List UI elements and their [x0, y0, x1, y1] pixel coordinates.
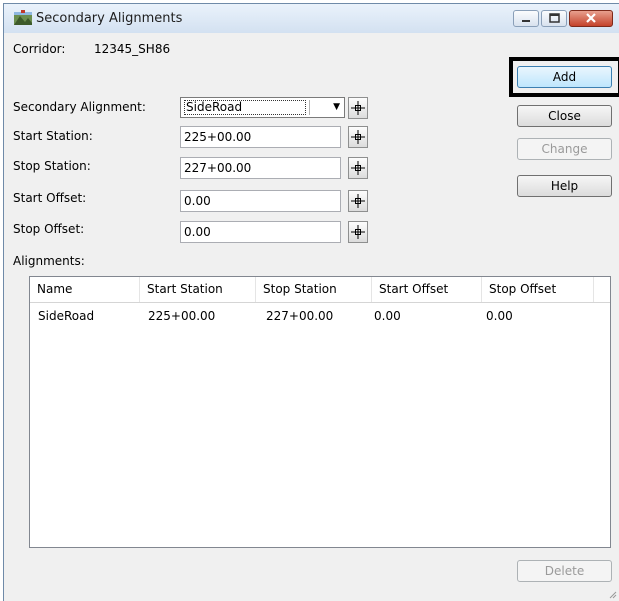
stop-offset-field[interactable]: 0.00: [180, 221, 341, 243]
secondary-alignment-label: Secondary Alignment:: [13, 100, 146, 114]
stop-station-locate-button[interactable]: [348, 157, 368, 179]
app-icon: [14, 10, 32, 25]
dropdown-arrow-icon: ▼: [333, 102, 340, 112]
corridor-value: 12345_SH86: [94, 42, 171, 56]
locate-icon: [351, 194, 365, 208]
alignments-list[interactable]: Name Start Station Stop Station Start Of…: [29, 276, 611, 548]
start-station-locate-button[interactable]: [348, 126, 368, 148]
start-station-field[interactable]: 225+00.00: [180, 126, 341, 148]
window-title: Secondary Alignments: [36, 11, 183, 26]
start-station-label: Start Station:: [13, 129, 93, 143]
stop-offset-locate-button[interactable]: [348, 221, 368, 243]
cell-name: SideRoad: [38, 309, 95, 323]
minimize-icon: [522, 20, 530, 22]
delete-button: Delete: [517, 560, 612, 582]
cell-stop-station: 227+00.00: [266, 309, 334, 323]
locate-icon: [351, 130, 365, 144]
change-button: Change: [517, 138, 612, 160]
close-button[interactable]: Close: [517, 105, 612, 127]
stop-offset-label: Stop Offset:: [13, 222, 85, 236]
minimize-button[interactable]: [513, 10, 539, 27]
column-header-start-station[interactable]: Start Station: [140, 277, 256, 302]
stop-station-label: Stop Station:: [13, 159, 91, 173]
list-header: Name Start Station Stop Station Start Of…: [30, 277, 610, 303]
close-icon: [586, 13, 596, 23]
locate-icon: [351, 225, 365, 239]
table-row[interactable]: SideRoad 225+00.00 227+00.00 0.00 0.00: [30, 307, 610, 325]
secondary-alignment-dropdown[interactable]: SideRoad ▼: [180, 97, 345, 118]
maximize-button[interactable]: [541, 10, 567, 27]
start-offset-label: Start Offset:: [13, 191, 87, 205]
locate-icon: [351, 101, 365, 115]
column-header-name[interactable]: Name: [30, 277, 140, 302]
start-offset-locate-button[interactable]: [348, 190, 368, 212]
maximize-icon: [549, 13, 560, 23]
dropdown-separator: [309, 100, 310, 115]
cell-start-offset: 0.00: [374, 309, 401, 323]
title-bar[interactable]: Secondary Alignments: [4, 4, 619, 33]
column-header-start-offset[interactable]: Start Offset: [372, 277, 482, 302]
close-window-button[interactable]: [569, 10, 613, 27]
resize-grip-icon[interactable]: [607, 589, 617, 599]
start-offset-field[interactable]: 0.00: [180, 190, 341, 212]
corridor-label: Corridor:: [13, 42, 66, 56]
cell-start-station: 225+00.00: [148, 309, 216, 323]
alignments-label: Alignments:: [13, 254, 85, 268]
secondary-alignment-locate-button[interactable]: [348, 97, 368, 119]
column-header-stop-offset[interactable]: Stop Offset: [482, 277, 594, 302]
help-button[interactable]: Help: [517, 175, 612, 197]
add-button[interactable]: Add: [517, 66, 612, 88]
secondary-alignments-dialog: Secondary Alignments Corridor: 12345_SH8…: [3, 3, 619, 601]
column-header-stop-station[interactable]: Stop Station: [256, 277, 372, 302]
secondary-alignment-selected: SideRoad: [184, 100, 306, 115]
locate-icon: [351, 161, 365, 175]
stop-station-field[interactable]: 227+00.00: [180, 157, 341, 179]
cell-stop-offset: 0.00: [486, 309, 513, 323]
